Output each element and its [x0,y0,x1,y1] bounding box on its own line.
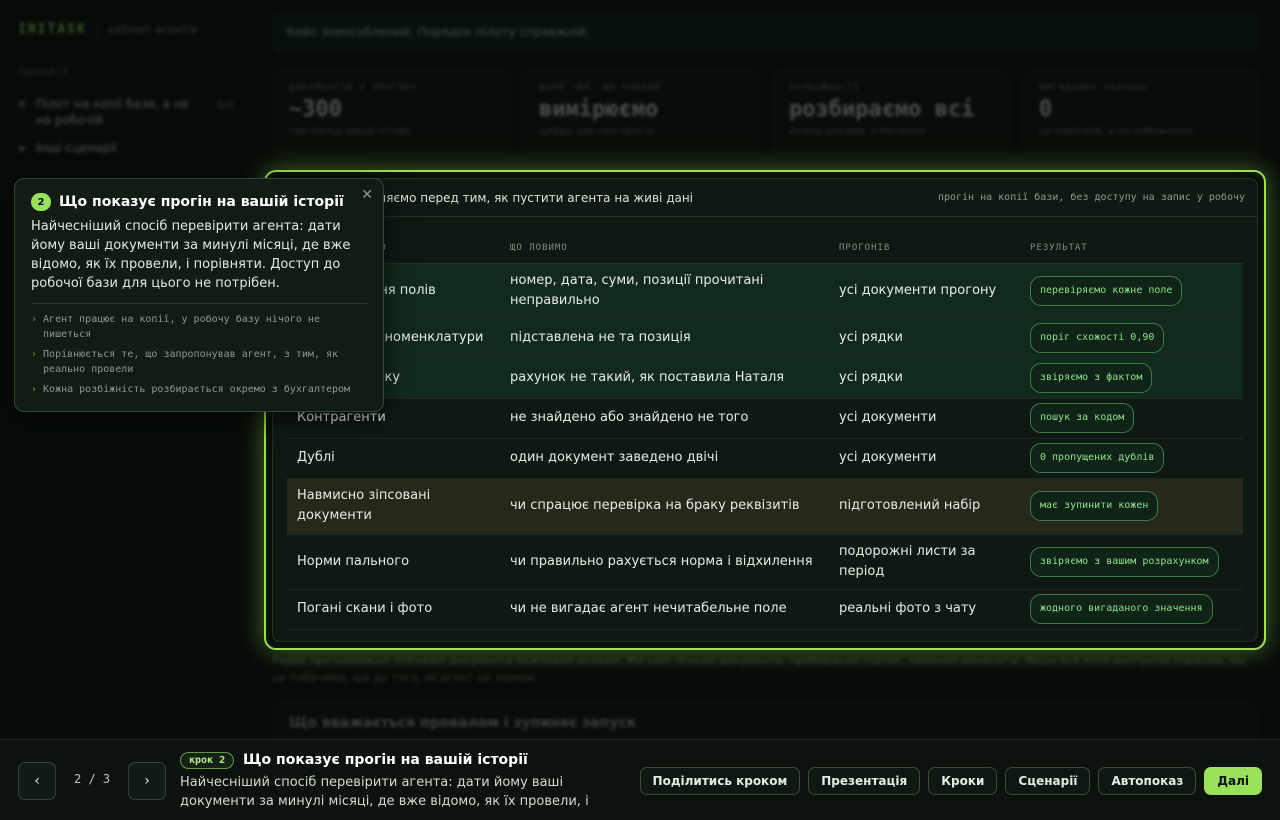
step-title: Що показує прогін на вашій історії [243,752,528,768]
card-note: прогін на копії бази, без доступу на зап… [937,192,1245,203]
runs-cell: усі рядки [829,318,1020,359]
catch-cell: один документ заведено двічі [500,438,829,479]
popover-body: Найчесніший спосіб перевірити агента: да… [31,219,351,291]
result-cell: 0 пропущених дублів [1020,438,1243,479]
step-badge: крок 2 [180,752,235,769]
presentation-button[interactable]: Презентація [808,767,921,795]
table-row: Норми пального чи правильно рахується но… [287,534,1243,590]
result-badge: звіряємо з фактом [1030,363,1153,393]
check-cell: Дублі [287,438,500,479]
catch-cell: рахунок не такий, як поставила Наталя [500,358,829,399]
scenarios-button[interactable]: Сценарії [1005,767,1091,795]
popover-title: Що показує прогін на вашій історії [59,194,344,210]
result-cell: має зупинити кожен [1020,478,1243,535]
card-header: Що ми проганяємо перед тим, як пустити а… [273,179,1257,217]
result-cell: звіряємо з фактом [1020,358,1243,399]
column-header: ПРОГОНІВ [829,233,1020,264]
catch-cell: підставлена не та позиція [500,318,829,359]
check-cell: Норми пального [287,534,500,590]
result-badge: має зупинити кожен [1030,491,1159,521]
pilot-checks-card: Що ми проганяємо перед тим, як пустити а… [272,178,1258,642]
result-cell: звіряємо з вашим розрахунком [1020,534,1243,590]
step-counter: 2 / 3 [74,772,111,786]
step-description: Найчесніший спосіб перевірити агента: да… [180,775,589,809]
table-row: Розпізнавання полів номер, дата, суми, п… [287,263,1243,319]
table-row: Контрагенти не знайдено або знайдено не … [287,398,1243,439]
catch-cell: номер, дата, суми, позиції прочитані неп… [500,263,829,319]
check-cell: Навмисно зіпсовані документи [287,478,500,535]
runs-cell: усі документи [829,398,1020,439]
bullet-text: Порівнюється те, що запропонував агент, … [43,349,339,375]
popover-header: 2 Що показує прогін на вашій історії [31,193,367,211]
share-step-button[interactable]: Поділитись кроком [639,767,801,795]
table-row: Дублі один документ заведено двічі усі д… [287,438,1243,479]
runs-cell: усі документи [829,438,1020,479]
bullet-text: Кожна розбіжність розбирається окремо з … [43,384,351,395]
catch-cell: чи правильно рахується норма і відхиленн… [500,534,829,590]
catch-cell: чи спрацює перевірка на браку реквізитів [500,478,829,535]
prev-step-button[interactable]: ‹ [18,762,56,800]
result-badge: поріг схожості 0,90 [1030,323,1165,353]
divider [31,303,367,304]
runs-cell: підготовлений набір [829,478,1020,535]
bullet-text: Агент працює на копії, у робочу базу ніч… [43,314,320,340]
result-cell: пошук за кодом [1020,398,1243,439]
next-step-button[interactable]: › [128,762,166,800]
column-header: РЕЗУЛЬТАТ [1020,233,1243,264]
close-icon[interactable]: ✕ [361,187,373,203]
popover-bullet: › Порівнюється те, що запропонував агент… [31,347,367,377]
table-header-row: ЩО ПЕРЕВІРЯЄМО ЩО ЛОВИМО ПРОГОНІВ РЕЗУЛЬ… [287,233,1243,264]
result-cell: жодного вигаданого значення [1020,589,1243,630]
spotlight-frame: Що ми проганяємо перед тим, як пустити а… [264,170,1266,650]
catch-cell: не знайдено або знайдено не того [500,398,829,439]
result-badge: 0 пропущених дублів [1030,443,1165,473]
check-cell: Погані скани і фото [287,589,500,630]
catch-cell: чи не вигадає агент нечитабельне поле [500,589,829,630]
chevron-right-icon: › [31,349,38,360]
table-row: Навмисно зіпсовані документи чи спрацює … [287,478,1243,535]
runs-cell: усі рядки [829,358,1020,399]
chevron-right-icon: › [31,314,38,325]
result-cell: перевіряємо кожне поле [1020,263,1243,319]
table-row: Рахунок обліку рахунок не такий, як пост… [287,358,1243,399]
autoplay-button[interactable]: Автопоказ [1098,767,1197,795]
steps-button[interactable]: Кроки [928,767,998,795]
tour-actions: Поділитись кроком Презентація Кроки Сцен… [639,767,1262,795]
popover-bullet: › Агент працює на копії, у робочу базу н… [31,312,367,342]
result-badge: перевіряємо кожне поле [1030,275,1183,306]
runs-cell: подорожні листи за період [829,534,1020,590]
step-number: 2 [31,193,51,211]
table-row: Погані скани і фото чи не вигадає агент … [287,589,1243,630]
chevron-right-icon: › [31,384,38,395]
tour-bar: ‹ 2 / 3 › крок 2 Що показує прогін на ва… [0,739,1280,820]
runs-cell: реальні фото з чату [829,589,1020,630]
column-header: ЩО ЛОВИМО [500,233,829,264]
result-badge: жодного вигаданого значення [1030,594,1213,624]
result-cell: поріг схожості 0,90 [1020,318,1243,359]
result-badge: пошук за кодом [1030,403,1135,433]
next-button[interactable]: Далі [1204,767,1262,795]
tour-popover: 2 Що показує прогін на вашій історії ✕ Н… [14,178,384,412]
result-badge: звіряємо з вашим розрахунком [1030,546,1219,577]
checks-table: ЩО ПЕРЕВІРЯЄМО ЩО ЛОВИМО ПРОГОНІВ РЕЗУЛЬ… [287,233,1243,630]
table-row: Зіставлення номенклатури підставлена не … [287,318,1243,359]
popover-bullet: › Кожна розбіжність розбирається окремо … [31,382,367,397]
runs-cell: усі документи прогону [829,263,1020,319]
